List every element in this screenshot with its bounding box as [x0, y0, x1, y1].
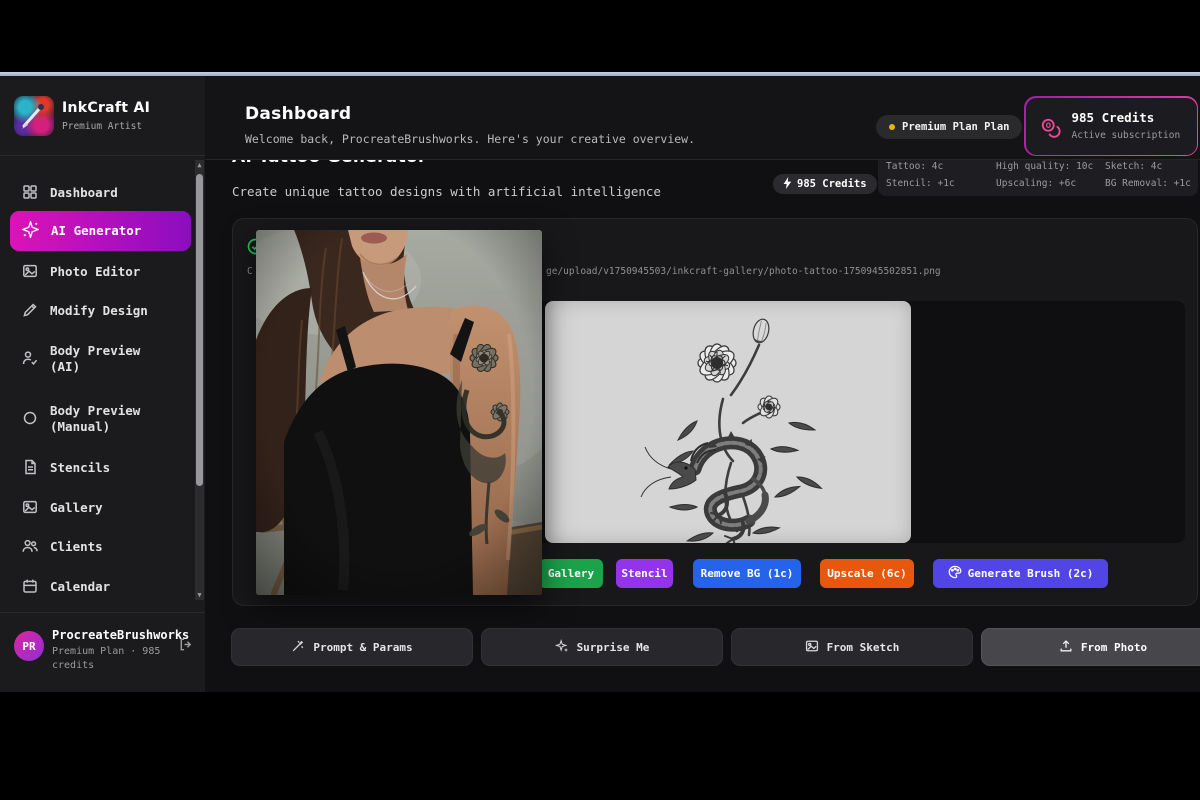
generator-content: AI Tattoo Generator Create unique tattoo…	[205, 160, 1200, 692]
price-tattoo: Tattoo: 4c	[886, 161, 943, 172]
document-icon	[22, 459, 38, 478]
bolt-icon	[783, 177, 792, 192]
sidebar-item-body-preview-ai[interactable]: Body Preview (AI)	[10, 338, 191, 380]
surprise-me-button[interactable]: Surprise Me	[481, 628, 723, 666]
pencil-icon	[22, 302, 38, 321]
result-url-prefix: C	[247, 266, 253, 277]
sidebar-scrollbar-thumb[interactable]	[196, 174, 203, 486]
app-tagline: Premium Artist	[62, 121, 142, 132]
sparkles-icon	[22, 221, 39, 241]
page-header: Dashboard Welcome back, ProcreateBrushwo…	[205, 76, 1200, 160]
grid-icon	[22, 184, 38, 203]
image-icon	[805, 639, 819, 656]
logout-icon[interactable]	[178, 637, 193, 656]
user-plan-meta: Premium Plan · 985 credits	[52, 645, 172, 673]
gallery-action-button[interactable]: Gallery	[539, 559, 603, 588]
generate-brush-button[interactable]: Generate Brush (2c)	[933, 559, 1108, 588]
result-url: ge/upload/v1750945503/inkcraft-gallery/p…	[546, 266, 941, 277]
page-subtitle: Welcome back, ProcreateBrushworks. Here'…	[245, 132, 695, 146]
app-window: InkCraft AI Premium Artist Dashboard	[0, 76, 1200, 692]
credits-pill: 985 Credits	[773, 174, 877, 194]
plan-status-dot	[889, 124, 895, 130]
screenshot-stage: InkCraft AI Premium Artist Dashboard	[0, 0, 1200, 800]
price-bg-removal: BG Removal: +1c	[1105, 178, 1191, 189]
scrollbar-up-arrow[interactable]: ▲	[195, 161, 204, 169]
logo-area: InkCraft AI Premium Artist	[0, 76, 205, 156]
credits-amount: 985 Credits	[1072, 110, 1155, 125]
price-hq: High quality: 10c	[996, 161, 1093, 172]
price-stencil: Stencil: +1c	[886, 178, 955, 189]
generator-title: AI Tattoo Generator	[232, 160, 427, 167]
circle-icon	[22, 410, 38, 429]
user-name: ProcreateBrushworks	[52, 628, 189, 642]
wand-icon	[291, 639, 305, 656]
inkcraft-logo-icon	[14, 96, 54, 136]
from-photo-button[interactable]: From Photo	[981, 628, 1200, 666]
sidebar-item-clients[interactable]: Clients	[10, 532, 191, 562]
sparkles-icon	[555, 639, 569, 656]
sidebar-item-gallery[interactable]: Gallery	[10, 493, 191, 523]
generator-subtitle: Create unique tattoo designs with artifi…	[232, 184, 661, 199]
scrollbar-down-arrow[interactable]: ▼	[195, 591, 204, 599]
price-upscaling: Upscaling: +6c	[996, 178, 1076, 189]
stencil-action-button[interactable]: Stencil	[616, 559, 673, 588]
price-sketch: Sketch: 4c	[1105, 161, 1162, 172]
credits-status: Active subscription	[1072, 130, 1181, 141]
calendar-icon	[22, 578, 38, 597]
prompt-params-button[interactable]: Prompt & Params	[231, 628, 473, 666]
person-check-icon	[22, 350, 38, 369]
avatar[interactable]: PR	[14, 631, 44, 661]
image-icon	[22, 263, 38, 282]
upload-icon	[1059, 639, 1073, 656]
source-photo	[256, 230, 542, 595]
palette-icon	[948, 565, 962, 582]
app-title: InkCraft AI	[62, 100, 150, 116]
sidebar-item-dashboard[interactable]: Dashboard	[10, 178, 191, 208]
from-sketch-button[interactable]: From Sketch	[731, 628, 973, 666]
sidebar-item-photo-editor[interactable]: Photo Editor	[10, 257, 191, 287]
main-area: Dashboard Welcome back, ProcreateBrushwo…	[205, 76, 1200, 692]
sidebar-item-body-preview-manual[interactable]: Body Preview (Manual)	[10, 398, 191, 440]
upscale-button[interactable]: Upscale (6c)	[820, 559, 914, 588]
plan-badge[interactable]: Premium Plan Plan	[876, 115, 1022, 139]
sidebar-scrollbar-track[interactable]: ▲ ▼	[195, 160, 204, 600]
pricing-panel: Tattoo: 4c High quality: 10c Sketch: 4c …	[878, 160, 1198, 196]
credits-card[interactable]: 985 Credits Active subscription	[1024, 96, 1198, 156]
generated-tattoo-image	[545, 301, 911, 543]
sidebar-item-stencils[interactable]: Stencils	[10, 453, 191, 483]
sidebar-item-modify-design[interactable]: Modify Design	[10, 296, 191, 326]
sidebar: InkCraft AI Premium Artist Dashboard	[0, 76, 205, 692]
sidebar-item-calendar[interactable]: Calendar	[10, 572, 191, 602]
people-icon	[22, 538, 38, 557]
page-title: Dashboard	[245, 104, 351, 124]
sidebar-item-ai-generator[interactable]: AI Generator	[10, 211, 191, 251]
image-icon	[22, 499, 38, 518]
remove-bg-button[interactable]: Remove BG (1c)	[693, 559, 801, 588]
user-panel: PR ProcreateBrushworks Premium Plan · 98…	[0, 612, 205, 692]
coins-icon	[1040, 117, 1062, 143]
